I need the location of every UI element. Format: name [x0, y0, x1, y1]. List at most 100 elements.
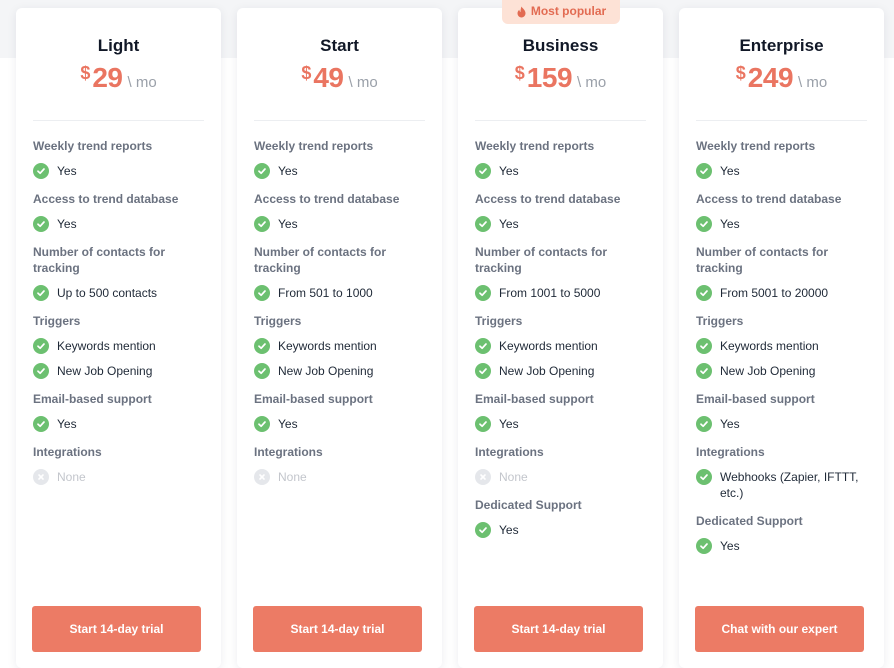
divider [696, 120, 867, 121]
feature-title: Email-based support [33, 392, 152, 406]
feature-item: Yes [254, 163, 430, 179]
badge-label: Most popular [530, 4, 607, 18]
feature-value: From 501 to 1000 [278, 286, 373, 300]
feature-item: None [33, 469, 209, 485]
feature-item: New Job Opening [696, 363, 872, 379]
check-circle-icon [696, 285, 712, 301]
feature-list: Weekly trend reports Yes Access to trend d… [33, 138, 209, 497]
start-trial-button[interactable]: Start 14-day trial [474, 606, 643, 652]
feature-item: From 1001 to 5000 [475, 285, 651, 301]
feature-group: Weekly trend reports Yes [696, 138, 872, 179]
check-circle-icon [475, 216, 491, 232]
check-circle-icon [696, 216, 712, 232]
feature-item: Up to 500 contacts [33, 285, 209, 301]
price-amount: 49 [313, 62, 344, 93]
plan-price: $49 \ mo [237, 62, 442, 94]
divider [475, 120, 646, 121]
feature-title: Triggers [33, 314, 81, 328]
check-circle-icon [254, 163, 270, 179]
feature-group: Integrations None [254, 444, 430, 485]
feature-group: Weekly trend reports Yes [475, 138, 651, 179]
feature-group: Triggers Keywords mention New Job Opening [254, 313, 430, 379]
feature-list: Weekly trend reports Yes Access to trend d… [696, 138, 872, 566]
feature-title: Access to trend database [254, 192, 400, 206]
feature-value: Yes [57, 217, 77, 231]
chat-with-expert-button[interactable]: Chat with our expert [695, 606, 864, 652]
feature-title: Weekly trend reports [33, 139, 153, 153]
check-circle-icon [696, 538, 712, 554]
divider [33, 120, 204, 121]
check-circle-icon [254, 216, 270, 232]
feature-item: Yes [254, 416, 430, 432]
feature-title: Weekly trend reports [475, 139, 595, 153]
check-circle-icon [254, 416, 270, 432]
check-circle-icon [696, 338, 712, 354]
feature-item: Keywords mention [254, 338, 430, 354]
feature-title: Number of contacts for tracking [33, 245, 166, 275]
plan-card-start: Start $49 \ mo Weekly trend reports Yes Acces… [237, 8, 442, 668]
plan-card-light: Light $29 \ mo Weekly trend reports Yes Acces… [16, 8, 221, 668]
feature-title: Dedicated Support [696, 514, 803, 528]
feature-value: Yes [499, 417, 519, 431]
check-circle-icon [254, 338, 270, 354]
plan-name: Business [522, 36, 599, 55]
check-circle-icon [475, 416, 491, 432]
flame-icon [516, 6, 527, 18]
x-circle-icon [475, 469, 491, 485]
feature-value: None [499, 470, 528, 484]
feature-value: Yes [57, 164, 77, 178]
feature-group: Access to trend database Yes [696, 191, 872, 232]
price-currency: $ [80, 63, 91, 83]
feature-item: From 5001 to 20000 [696, 285, 872, 301]
x-circle-icon [254, 469, 270, 485]
price-currency: $ [735, 63, 746, 83]
feature-title: Email-based support [254, 392, 373, 406]
feature-value: Yes [499, 523, 519, 537]
feature-title: Email-based support [475, 392, 594, 406]
feature-value: Keywords mention [720, 339, 819, 353]
feature-value: From 5001 to 20000 [720, 286, 829, 300]
feature-item: Yes [696, 216, 872, 232]
feature-item: New Job Opening [33, 363, 209, 379]
feature-title: Integrations [696, 445, 765, 459]
check-circle-icon [254, 363, 270, 379]
feature-value: Yes [720, 217, 740, 231]
feature-group: Integrations None [33, 444, 209, 485]
feature-title: Integrations [33, 445, 102, 459]
feature-group: Email-based support Yes [475, 391, 651, 432]
feature-title: Number of contacts for tracking [475, 245, 608, 275]
feature-value: None [278, 470, 307, 484]
check-circle-icon [696, 363, 712, 379]
feature-title: Triggers [254, 314, 302, 328]
feature-item: Yes [475, 416, 651, 432]
plan-name: Start [320, 36, 359, 55]
feature-value: Yes [720, 539, 740, 553]
most-popular-badge: Most popular [502, 0, 620, 24]
feature-item: Yes [33, 416, 209, 432]
plan-name: Enterprise [739, 36, 824, 55]
feature-group: Triggers Keywords mention New Job Opening [696, 313, 872, 379]
check-circle-icon [33, 416, 49, 432]
feature-item: Keywords mention [475, 338, 651, 354]
feature-group: Access to trend database Yes [254, 191, 430, 232]
feature-title: Triggers [696, 314, 744, 328]
feature-group: Integrations Webhooks (Zapier, IFTTT, etc… [696, 444, 872, 501]
feature-group: Access to trend database Yes [475, 191, 651, 232]
feature-value: Up to 500 contacts [57, 286, 158, 300]
check-circle-icon [475, 338, 491, 354]
feature-value: New Job Opening [278, 364, 374, 378]
feature-value: Yes [278, 417, 298, 431]
price-period: \ mo [577, 74, 607, 91]
feature-value: Webhooks (Zapier, IFTTT, etc.) [720, 470, 859, 500]
feature-value: From 1001 to 5000 [499, 286, 601, 300]
feature-group: Integrations None [475, 444, 651, 485]
price-amount: 29 [92, 62, 123, 93]
price-period: \ mo [798, 74, 828, 91]
start-trial-button[interactable]: Start 14-day trial [253, 606, 422, 652]
feature-title: Triggers [475, 314, 523, 328]
feature-item: Yes [696, 416, 872, 432]
feature-title: Dedicated Support [475, 498, 582, 512]
feature-item: Yes [475, 216, 651, 232]
start-trial-button[interactable]: Start 14-day trial [32, 606, 201, 652]
feature-title: Number of contacts for tracking [254, 245, 387, 275]
